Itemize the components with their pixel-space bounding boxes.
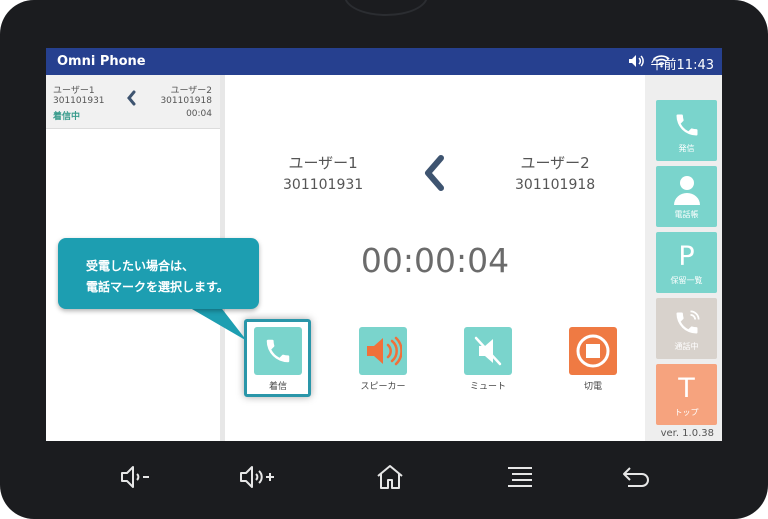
menu-icon[interactable] <box>500 457 540 497</box>
speaker-label: スピーカー <box>360 382 406 392</box>
tooltip-tail <box>185 305 247 341</box>
hangup-label: 切電 <box>583 382 602 392</box>
call-item-caller-name: ユーザー1 <box>53 86 95 96</box>
tooltip-line-2: 電話マークを選択します。 <box>86 280 229 294</box>
tooltip-bubble: 受電したい場合は、 電話マークを選択します。 <box>58 238 259 309</box>
tablet-frame: Omni Phone 午前11:43 ユーザー1 301101931 着信中 ユ… <box>0 0 768 519</box>
phone-ringing-icon <box>656 298 717 338</box>
caller-info: ユーザー1 301101931 <box>283 152 363 193</box>
speaker-button[interactable]: スピーカー <box>353 327 413 392</box>
top-button[interactable]: T トップ <box>656 364 717 425</box>
call-list-item[interactable]: ユーザー1 301101931 着信中 ユーザー2 301101918 00:0… <box>46 75 220 129</box>
callee-info: ユーザー2 301101918 <box>515 152 595 193</box>
home-icon[interactable] <box>370 457 410 497</box>
call-timer: 00:00:04 <box>360 241 510 280</box>
version-label: ver. 1.0.38 <box>660 428 714 439</box>
call-item-callee-number: 301101918 <box>160 96 212 106</box>
hangup-button[interactable]: 切電 <box>563 327 623 392</box>
app-title: Omni Phone <box>57 54 146 69</box>
volume-icon <box>628 53 646 72</box>
side-menu: 発信 電話帳 P 保留一覧 通話中 T トップ ver. 1.0.38 <box>645 75 722 441</box>
phone-icon <box>656 100 717 140</box>
volume-up-icon[interactable] <box>238 457 278 497</box>
in-call-button[interactable]: 通話中 <box>656 298 717 359</box>
person-icon <box>656 166 717 206</box>
volume-down-icon[interactable] <box>116 457 156 497</box>
call-item-status: 着信中 <box>53 112 81 122</box>
back-icon[interactable] <box>616 457 656 497</box>
dial-button[interactable]: 発信 <box>656 100 717 161</box>
mute-icon <box>464 327 512 375</box>
nav-bar <box>0 441 768 519</box>
chevron-left-icon <box>126 90 136 109</box>
call-view: ユーザー1 301101931 ユーザー2 301101918 00:00:04… <box>225 75 645 441</box>
callee-number: 301101918 <box>515 177 596 193</box>
stop-icon <box>569 327 617 375</box>
call-item-duration: 00:04 <box>186 109 212 119</box>
callee-name: ユーザー2 <box>520 154 590 172</box>
speaker-icon <box>359 327 407 375</box>
chevron-left-icon <box>423 155 445 195</box>
call-item-caller-number: 301101931 <box>53 96 105 106</box>
mute-button[interactable]: ミュート <box>458 327 518 392</box>
caller-name: ユーザー1 <box>288 154 358 172</box>
hold-list-letter: P <box>678 241 695 272</box>
dial-label: 発信 <box>678 144 695 153</box>
in-call-label: 通話中 <box>674 342 699 351</box>
clock: 午前11:43 <box>650 58 714 73</box>
caller-number: 301101931 <box>283 177 364 193</box>
mute-label: ミュート <box>469 382 506 392</box>
phonebook-button[interactable]: 電話帳 <box>656 166 717 227</box>
hold-list-label: 保留一覧 <box>670 276 703 285</box>
tooltip-line-1: 受電したい場合は、 <box>86 259 195 273</box>
top-letter: T <box>678 373 695 404</box>
top-label: トップ <box>674 408 699 417</box>
phonebook-label: 電話帳 <box>674 210 699 219</box>
status-bar: Omni Phone 午前11:43 <box>46 48 722 75</box>
hold-list-button[interactable]: P 保留一覧 <box>656 232 717 293</box>
call-item-callee-name: ユーザー2 <box>170 86 212 96</box>
